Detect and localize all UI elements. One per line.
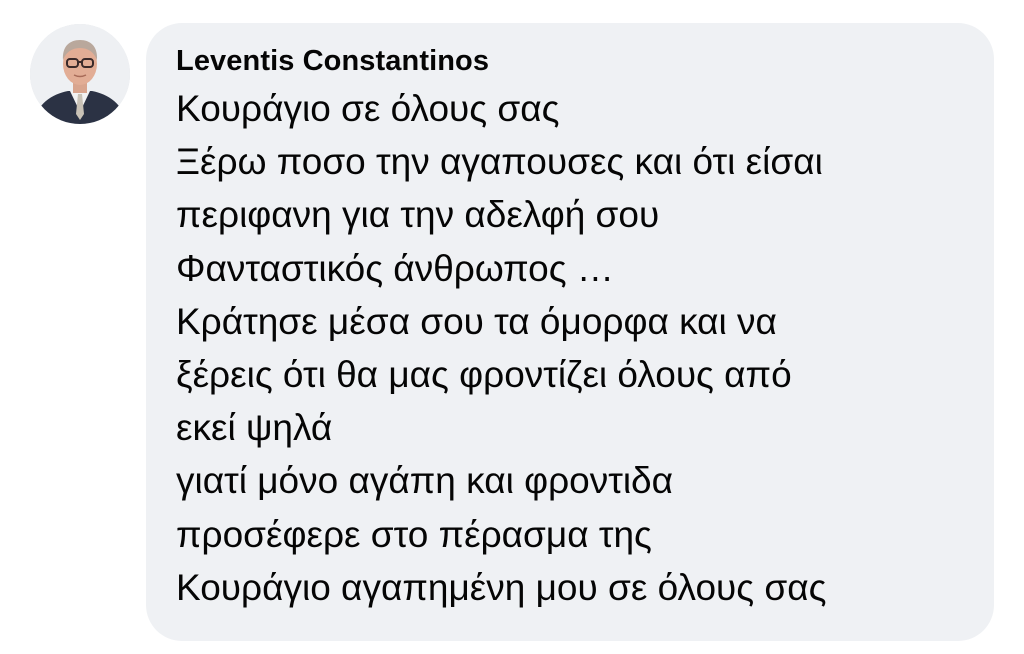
comment-bubble: Leventis Constantinos Κουράγιο σε όλους … [146,23,994,641]
comment-line: Κουράγιο αγαπημένη μου σε όλους σας [176,566,827,608]
author-avatar[interactable] [30,24,130,124]
comment-line: γιατί μόνο αγάπη και φροντιδα [176,460,674,502]
comment-line: περιφανη για την αδελφή σου [176,194,660,236]
comment-author-name[interactable]: Leventis Constantinos [176,43,974,79]
comment-text: Κουράγιο σε όλους σας Ξέρω ποσο την αγαπ… [176,82,974,614]
comment-line: Φανταστικός άνθρωπος … [176,247,614,289]
comment: Leventis Constantinos Κουράγιο σε όλους … [0,0,1024,654]
comment-line: εκεί ψηλά [176,407,333,449]
comment-line: Κουράγιο σε όλους σας [176,88,560,129]
comment-line: Κράτησε μέσα σου τα όμορφα και να [176,300,777,342]
comment-line: Ξέρω ποσο την αγαπουσες και ότι είσαι [176,141,823,183]
comment-line: ξέρεις ότι θα μας φροντίζει όλους από [176,354,792,396]
profile-photo-avatar-icon [30,24,130,124]
comment-line: προσέφερε στο πέρασμα της [176,513,652,555]
